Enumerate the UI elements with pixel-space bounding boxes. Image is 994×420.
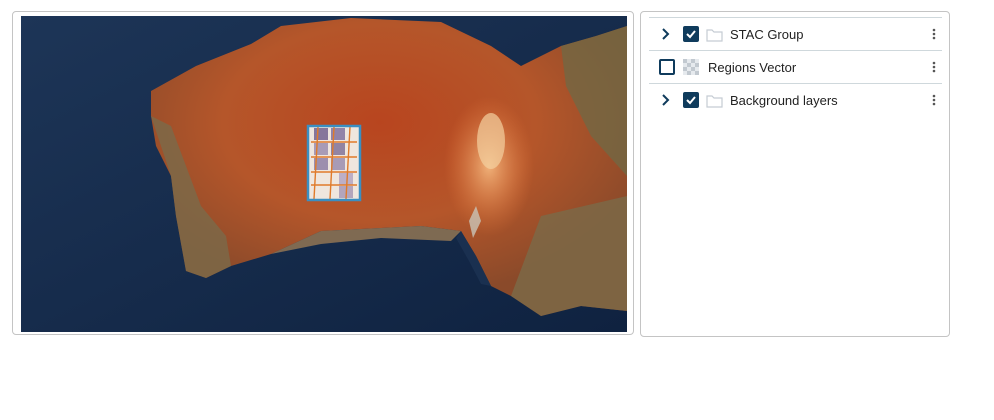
more-options-icon[interactable] <box>930 59 938 75</box>
folder-icon <box>706 29 723 42</box>
map-panel <box>12 11 634 335</box>
layer-label: Background layers <box>730 93 838 108</box>
satellite-basemap <box>21 16 627 332</box>
layer-checkbox[interactable] <box>659 59 675 75</box>
stac-footprint[interactable] <box>306 124 362 202</box>
check-icon <box>686 30 696 39</box>
layer-label: STAC Group <box>730 27 804 42</box>
more-options-icon[interactable] <box>930 26 938 42</box>
map-view[interactable] <box>21 16 627 332</box>
layer-row-stac-group[interactable]: STAC Group <box>649 17 942 50</box>
more-options-icon[interactable] <box>930 92 938 108</box>
chevron-right-icon[interactable] <box>659 93 673 107</box>
checkerboard-icon <box>683 59 699 75</box>
chevron-right-icon[interactable] <box>659 27 673 41</box>
layer-checkbox[interactable] <box>683 26 699 42</box>
layer-label: Regions Vector <box>708 60 797 75</box>
layer-row-regions-vector[interactable]: Regions Vector <box>649 50 942 83</box>
layer-tree-panel: STAC Group Regions Vector Background lay… <box>640 11 950 337</box>
folder-icon <box>706 95 723 108</box>
layer-row-background-layers[interactable]: Background layers <box>649 83 942 116</box>
check-icon <box>686 96 696 105</box>
layer-checkbox[interactable] <box>683 92 699 108</box>
